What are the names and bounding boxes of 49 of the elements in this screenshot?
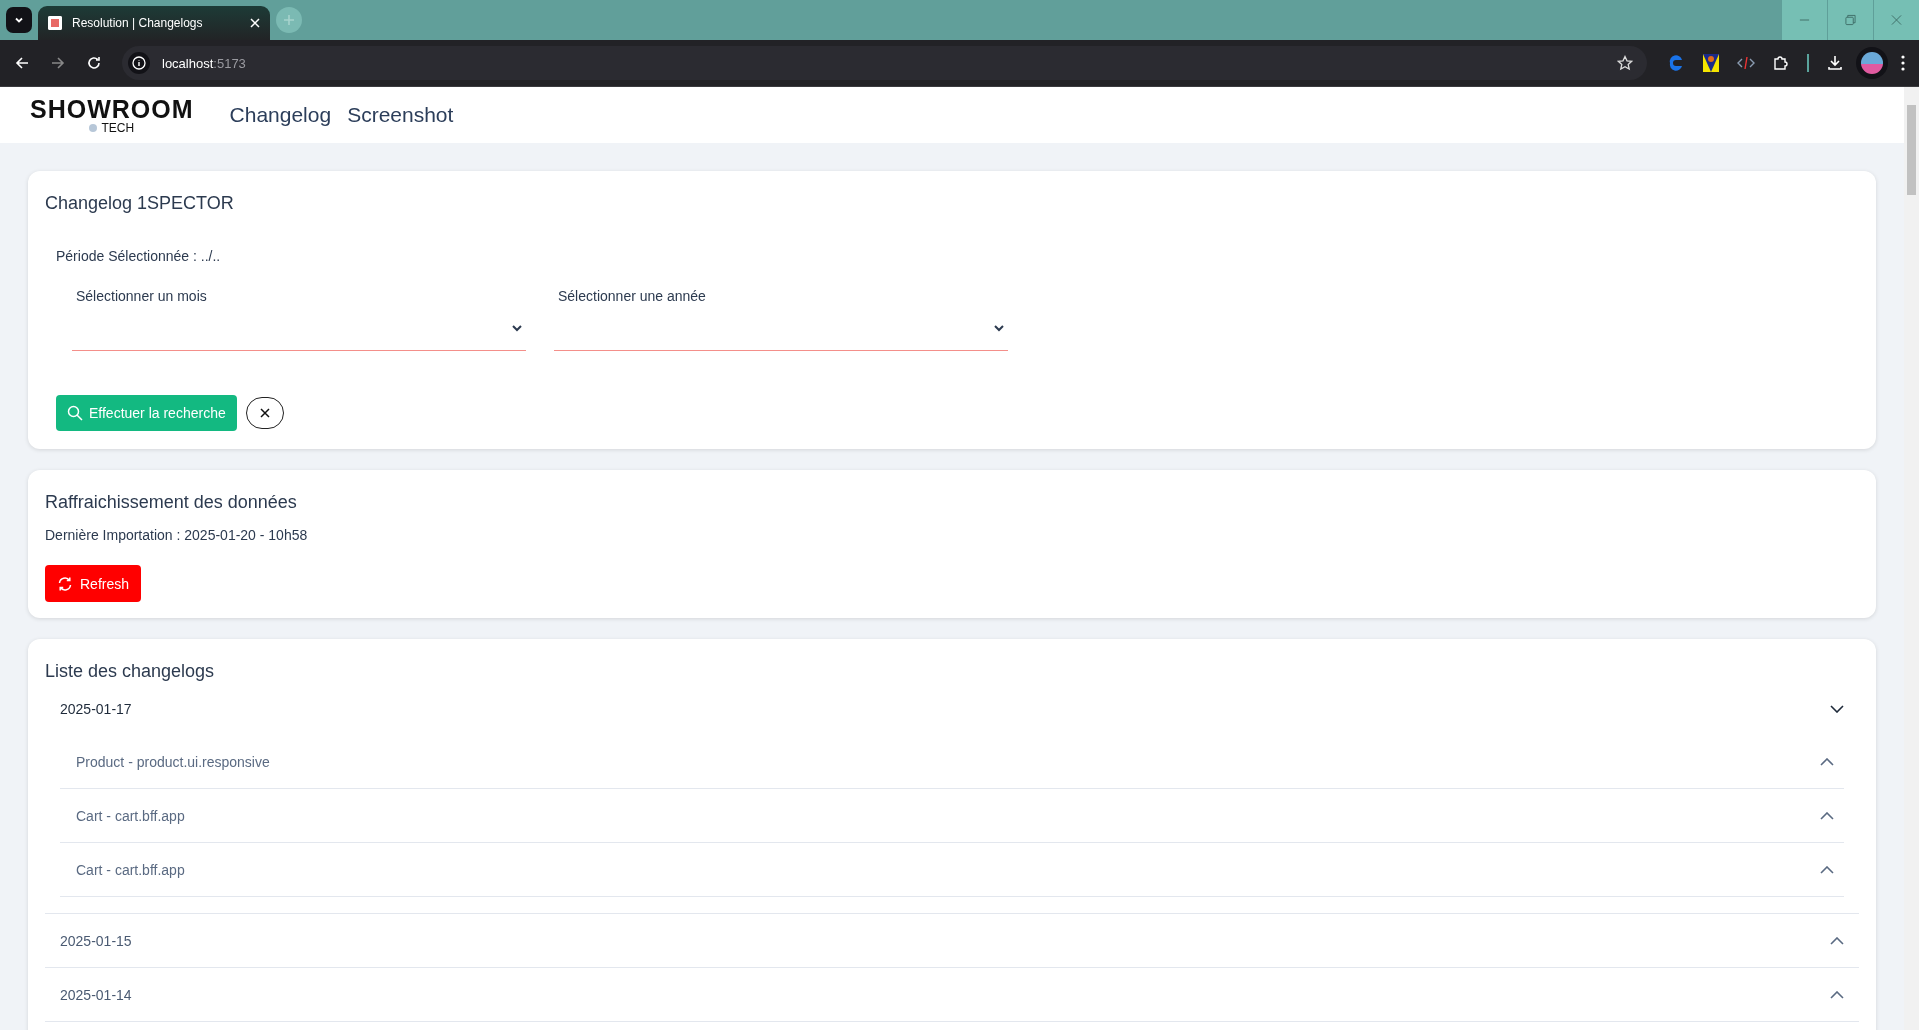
- nav-link[interactable]: Changelog: [229, 103, 332, 127]
- nav-link[interactable]: Screenshot: [347, 103, 454, 127]
- select-label: Sélectionner un mois: [76, 288, 208, 304]
- last-import-text: Dernière Importation : 2025-01-20 - 10h58: [45, 527, 309, 543]
- select-label: Sélectionner une année: [558, 288, 707, 304]
- puzzle-icon[interactable]: [1773, 55, 1789, 71]
- card-title: Raffraichissement des données: [45, 492, 298, 513]
- plus-icon: [283, 14, 295, 26]
- star-icon[interactable]: [1617, 55, 1633, 71]
- scrollbar[interactable]: [1904, 87, 1919, 1030]
- download-icon[interactable]: [1827, 55, 1843, 71]
- logo-text: SHOWROOM: [30, 96, 194, 122]
- url-text: localhost:5173: [162, 55, 247, 71]
- reload-icon[interactable]: [86, 55, 102, 71]
- date-accordion-header[interactable]: 2025-01-15: [45, 914, 1859, 967]
- favicon-icon: [48, 16, 62, 30]
- chevron-icon: [1830, 990, 1844, 999]
- changelog-item[interactable]: Product - product.ui.responsive: [60, 735, 1844, 789]
- date-accordion-header[interactable]: 2025-01-17: [45, 682, 1859, 735]
- chevron-icon: [1830, 704, 1844, 713]
- clear-button[interactable]: [245, 397, 284, 429]
- logo-subtext: TECH: [101, 121, 135, 134]
- changelog-item[interactable]: Cart - cart.bff.app: [60, 843, 1844, 897]
- extension-icon[interactable]: [1703, 54, 1719, 72]
- tab-title: Resolution | Changelogs: [72, 16, 204, 30]
- more-icon[interactable]: [1901, 55, 1905, 71]
- refresh-icon: [57, 575, 73, 592]
- card-title: Changelog 1SPECTOR: [45, 193, 235, 214]
- address-bar[interactable]: localhost:5173: [122, 46, 1647, 80]
- close-icon: [259, 408, 270, 418]
- chevron-icon: [1820, 865, 1834, 874]
- forward-icon[interactable]: [50, 55, 66, 71]
- tab-search-button[interactable]: [6, 7, 32, 33]
- chevron-down-icon: [994, 324, 1004, 332]
- chevron-down-icon: [512, 324, 522, 332]
- code-icon[interactable]: [1737, 56, 1755, 70]
- search-icon: [67, 405, 83, 421]
- chevron-icon: [1820, 757, 1834, 766]
- date-accordion-header[interactable]: 2025-01-14: [45, 968, 1859, 1021]
- browser-tab[interactable]: Resolution | Changelogs: [38, 6, 270, 40]
- dot-icon: [89, 123, 98, 132]
- chevron-icon: [1830, 936, 1844, 945]
- chevron-icon: [1820, 811, 1834, 820]
- changelog-item[interactable]: Cart - cart.bff.app: [60, 789, 1844, 843]
- refresh-button[interactable]: Refresh: [45, 565, 142, 602]
- back-icon[interactable]: [14, 55, 30, 71]
- info-icon: [128, 52, 150, 74]
- period-text: Période Sélectionnée : ../..: [56, 248, 222, 264]
- card-title: Liste des changelogs: [45, 661, 216, 682]
